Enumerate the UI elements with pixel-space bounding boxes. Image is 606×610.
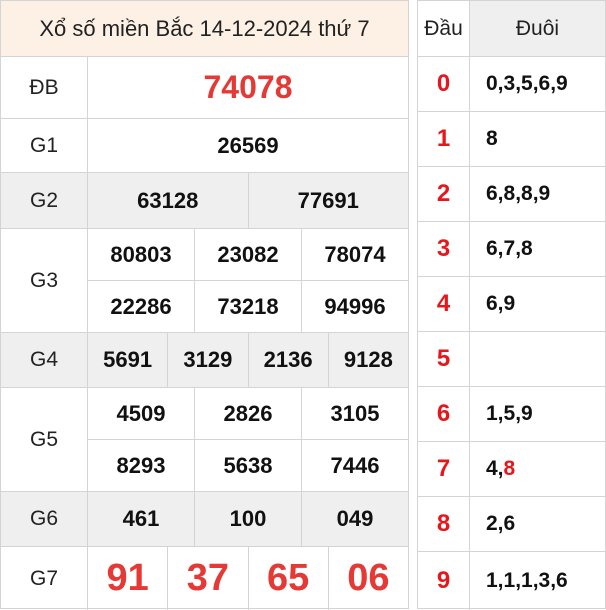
prize-number: 63128 xyxy=(137,187,199,213)
prize-number: 049 xyxy=(301,492,408,546)
loto-tails: 1,1,1,3,6 xyxy=(486,569,568,592)
loto-row: 9 1,1,1,3,6 xyxy=(418,552,605,610)
prize-label: G1 xyxy=(1,119,88,172)
prize-number: 3105 xyxy=(301,388,408,439)
loto-tails: 6,9 xyxy=(486,292,516,315)
prize-number: 78074 xyxy=(301,229,408,280)
loto-tails: 0,3,5,6,9 xyxy=(486,72,568,95)
prize-number: 100 xyxy=(194,492,301,546)
prize-number: 7446 xyxy=(301,440,408,491)
loto-tails: 2,6 xyxy=(486,512,516,535)
prize-number: 73218 xyxy=(194,281,301,332)
prize-row-g6: G6 461 100 049 xyxy=(1,492,408,547)
loto-head-digit: 7 xyxy=(418,442,470,496)
prize-number: 2826 xyxy=(194,388,301,439)
page-title: Xổ số miền Bắc 14-12-2024 thứ 7 xyxy=(1,1,408,57)
loto-tails: 4, 8 xyxy=(470,442,605,496)
prize-number: 06 xyxy=(327,547,408,610)
loto-head-digit: 6 xyxy=(418,387,470,441)
prize-number: 80803 xyxy=(110,241,172,267)
loto-tails: 6,7,8 xyxy=(486,237,533,260)
prize-number: 22286 xyxy=(110,293,172,319)
loto-row: 1 8 xyxy=(418,112,605,167)
loto-head-digit: 1 xyxy=(418,112,470,166)
loto-row: 6 1,5,9 xyxy=(418,387,605,442)
prize-label: G6 xyxy=(1,492,88,546)
loto-row: 4 6,9 xyxy=(418,277,605,332)
loto-row: 2 6,8,8,9 xyxy=(418,167,605,222)
prize-number: 37 xyxy=(167,547,247,610)
prize-label: G3 xyxy=(1,229,88,332)
loto-tails: 8 xyxy=(486,127,498,150)
prize-number: 9128 xyxy=(327,333,408,387)
prize-number: 5638 xyxy=(194,440,301,491)
prize-number: 5691 xyxy=(103,347,153,372)
loto-head-digit: 4 xyxy=(418,277,470,331)
prize-row-db: ĐB 74078 xyxy=(1,57,408,119)
prize-label: G4 xyxy=(1,333,88,387)
prize-number: 91 xyxy=(106,557,149,599)
prize-label: G7 xyxy=(1,547,88,610)
loto-row: 3 6,7,8 xyxy=(418,222,605,277)
prize-number: 2136 xyxy=(247,333,328,387)
loto-row: 5 xyxy=(418,332,605,387)
prize-number: 77691 xyxy=(247,173,409,228)
prize-number: 26569 xyxy=(217,132,279,158)
prize-row-g3: G3 80803 23082 78074 22286 73218 94996 xyxy=(1,229,408,333)
loto-head-digit: 8 xyxy=(418,497,470,551)
loto-head-digit: 0 xyxy=(418,57,470,111)
prize-number: 65 xyxy=(247,547,328,610)
prize-label: G2 xyxy=(1,173,88,228)
prize-number: 461 xyxy=(122,506,160,531)
prize-label: ĐB xyxy=(1,57,88,118)
special-prize-number: 74078 xyxy=(203,69,293,105)
loto-head-digit: 3 xyxy=(418,222,470,276)
prize-row-g4: G4 5691 3129 2136 9128 xyxy=(1,333,408,388)
prize-number: 4509 xyxy=(116,400,166,426)
prize-row-g7: G7 91 37 65 06 xyxy=(1,547,408,610)
loto-tail-highlight: 8 xyxy=(503,457,516,480)
loto-tails: 1,5,9 xyxy=(486,402,533,425)
prize-number: 8293 xyxy=(116,452,166,478)
loto-tails xyxy=(470,332,605,386)
results-table: Xổ số miền Bắc 14-12-2024 thứ 7 ĐB 74078… xyxy=(0,0,409,610)
loto-head-digit: 9 xyxy=(418,552,470,610)
loto-header: Đầu Đuôi xyxy=(418,1,605,57)
loto-row: 7 4, 8 xyxy=(418,442,605,497)
prize-label: G5 xyxy=(1,388,88,491)
prize-row-g5: G5 4509 2826 3105 8293 5638 7446 xyxy=(1,388,408,492)
loto-row: 8 2,6 xyxy=(418,497,605,552)
loto-header-dau: Đầu xyxy=(418,1,470,56)
prize-number: 3129 xyxy=(167,333,247,387)
loto-tails-text: 4, xyxy=(486,457,504,480)
loto-row: 0 0,3,5,6,9 xyxy=(418,57,605,112)
loto-head-digit: 5 xyxy=(418,332,470,386)
loto-header-duoi: Đuôi xyxy=(515,16,560,40)
prize-number: 94996 xyxy=(301,281,408,332)
prize-number: 23082 xyxy=(194,229,301,280)
prize-row-g1: G1 26569 xyxy=(1,119,408,173)
loto-head-digit: 2 xyxy=(418,167,470,221)
loto-tails: 6,8,8,9 xyxy=(486,182,551,205)
loto-table: Đầu Đuôi 0 0,3,5,6,9 1 8 2 6,8,8,9 3 6,7… xyxy=(417,0,606,610)
prize-row-g2: G2 63128 77691 xyxy=(1,173,408,229)
